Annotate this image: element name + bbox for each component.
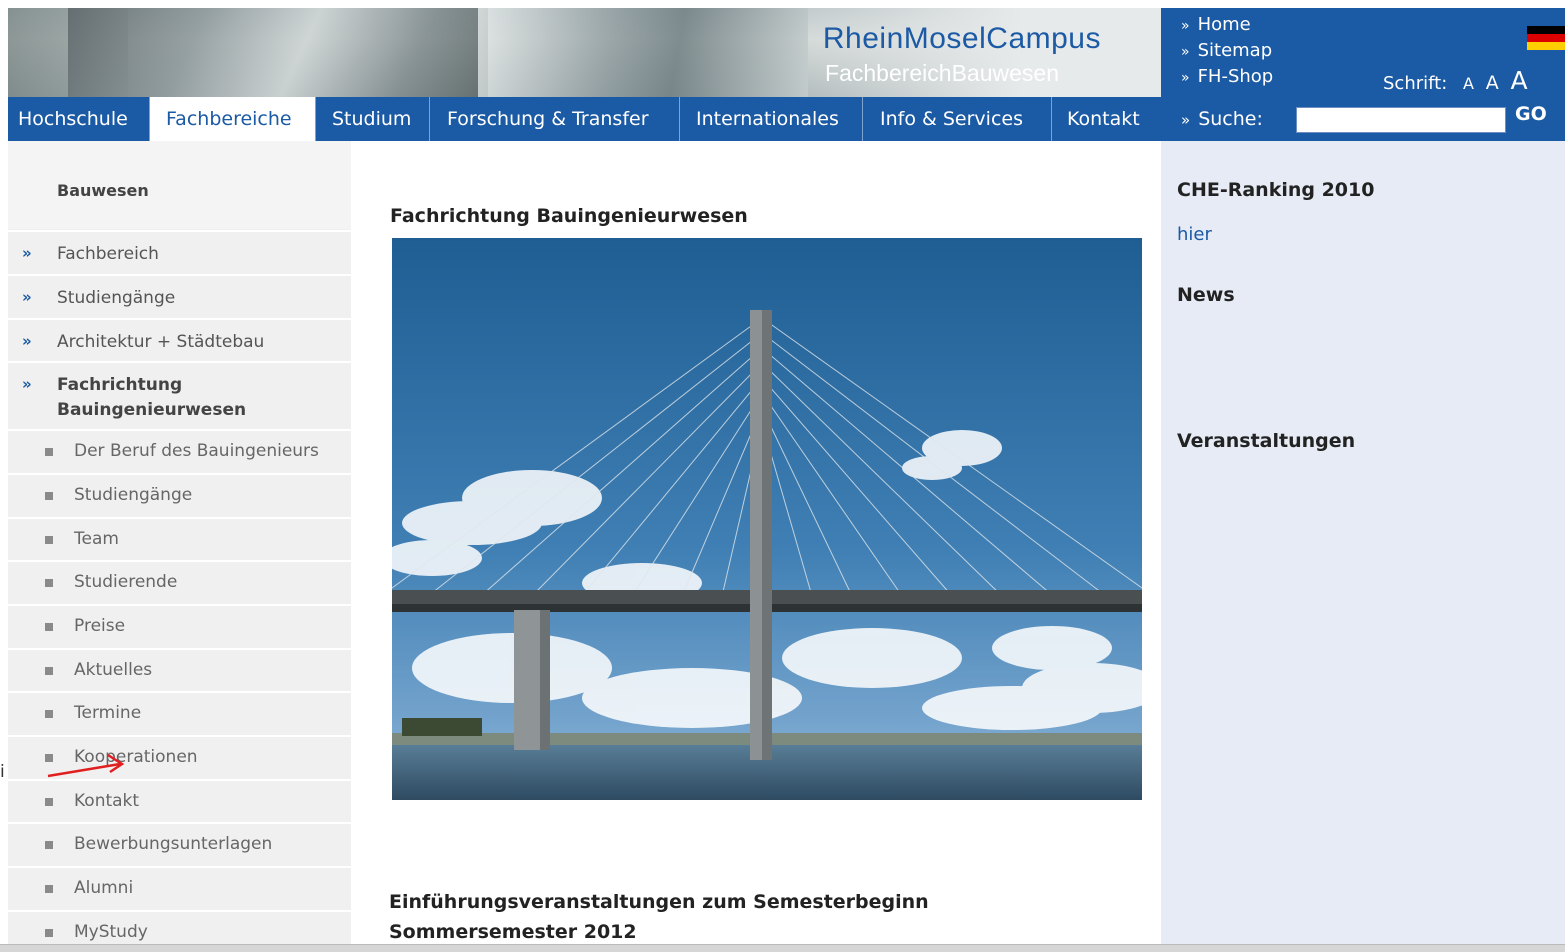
german-flag-icon[interactable]: [1527, 26, 1565, 50]
sidebar: Bauwesen » Fachbereich » Studiengänge » …: [8, 141, 351, 951]
flag-stripe-red: [1527, 34, 1565, 42]
che-ranking-heading: CHE-Ranking 2010: [1177, 179, 1375, 201]
sitemap-link[interactable]: » Sitemap: [1181, 40, 1272, 61]
article-headline: Einführungsveranstaltungen zum Semesterb…: [389, 887, 929, 947]
sidebar-item-studiengaenge[interactable]: » Studiengänge: [8, 274, 351, 318]
search-label: » Suche:: [1181, 108, 1263, 130]
double-chevron-icon: »: [1181, 111, 1191, 129]
square-bullet-icon: [45, 579, 53, 587]
right-column: CHE-Ranking 2010 hier News Veranstaltung…: [1161, 141, 1565, 951]
sidebar-item-bauingenieurwesen[interactable]: » Fachrichtung Bauingenieurwesen: [8, 361, 351, 429]
sub-item-kontakt[interactable]: Kontakt: [8, 779, 351, 822]
square-bullet-icon: [45, 798, 53, 806]
double-chevron-icon: »: [1181, 18, 1190, 34]
sidebar-heading: Bauwesen: [57, 181, 149, 200]
sub-item-studierende[interactable]: Studierende: [8, 560, 351, 604]
nav-tab-info-services[interactable]: Info & Services: [863, 97, 1052, 141]
red-arrow-icon: [47, 753, 125, 778]
double-chevron-icon: »: [22, 244, 32, 262]
sub-item-preise[interactable]: Preise: [8, 604, 351, 648]
news-heading: News: [1177, 284, 1235, 306]
nav-tab-kontakt[interactable]: Kontakt: [1052, 97, 1161, 141]
main-nav: Hochschule Fachbereiche Studium Forschun…: [8, 97, 1161, 141]
search-bar: » Suche: GO: [1161, 97, 1565, 141]
square-bullet-icon: [45, 623, 53, 631]
square-bullet-icon: [45, 929, 53, 937]
square-bullet-icon: [45, 841, 53, 849]
header-banner: RheinMoselCampus FachbereichBauwesen: [8, 8, 1161, 97]
page-title: Fachrichtung Bauingenieurwesen: [390, 205, 748, 227]
events-heading: Veranstaltungen: [1177, 430, 1356, 452]
double-chevron-icon: »: [1181, 44, 1190, 60]
square-bullet-icon: [45, 492, 53, 500]
che-ranking-link[interactable]: hier: [1177, 224, 1212, 245]
font-size-large-button[interactable]: A: [1510, 66, 1527, 95]
sub-item-aktuelles[interactable]: Aktuelles: [8, 648, 351, 691]
home-link[interactable]: » Home: [1181, 14, 1251, 35]
double-chevron-icon: »: [1181, 70, 1190, 86]
double-chevron-icon: »: [22, 288, 32, 306]
double-chevron-icon: »: [22, 375, 32, 393]
square-bullet-icon: [45, 885, 53, 893]
sub-item-team[interactable]: Team: [8, 517, 351, 560]
search-go-button[interactable]: GO: [1515, 103, 1547, 125]
banner-photo-stairs: [68, 8, 488, 97]
sub-item-beruf[interactable]: Der Beruf des Bauingenieurs: [8, 429, 351, 473]
square-bullet-icon: [45, 710, 53, 718]
header-links-panel: » Home » Sitemap » FH-Shop Schrift: A A A: [1161, 8, 1565, 97]
font-size-small-button[interactable]: A: [1463, 74, 1474, 93]
sub-item-studiengaenge[interactable]: Studiengänge: [8, 473, 351, 517]
square-bullet-icon: [45, 667, 53, 675]
sidebar-item-architektur[interactable]: » Architektur + Städtebau: [8, 318, 351, 361]
arrow-shaft: [47, 762, 121, 778]
nav-tab-fachbereiche[interactable]: Fachbereiche: [150, 97, 316, 141]
bridge-photo: [392, 238, 1142, 800]
sub-item-bewerbungsunterlagen[interactable]: Bewerbungsunterlagen: [8, 822, 351, 866]
sidebar-item-fachbereich[interactable]: » Fachbereich: [8, 230, 351, 274]
stray-annotation-text: i: [0, 762, 5, 782]
square-bullet-icon: [45, 536, 53, 544]
fh-shop-link[interactable]: » FH-Shop: [1181, 66, 1273, 87]
banner-photo-people: [478, 8, 808, 97]
site-subtitle: FachbereichBauwesen: [825, 60, 1059, 86]
arrow-head: [107, 753, 125, 774]
nav-tab-internationales[interactable]: Internationales: [680, 97, 863, 141]
site-title: RheinMoselCampus: [822, 22, 1101, 55]
sidebar-heading-box: Bauwesen: [8, 141, 351, 229]
search-input[interactable]: [1296, 107, 1506, 133]
nav-tab-studium[interactable]: Studium: [316, 97, 430, 141]
sub-item-alumni[interactable]: Alumni: [8, 866, 351, 910]
nav-tab-hochschule[interactable]: Hochschule: [8, 97, 150, 141]
font-size-switcher: Schrift: A A A: [1383, 66, 1528, 95]
square-bullet-icon: [45, 448, 53, 456]
sub-item-termine[interactable]: Termine: [8, 691, 351, 735]
article-headline-line2: Sommersemester 2012: [389, 921, 637, 943]
double-chevron-icon: »: [22, 332, 32, 350]
nav-tab-forschung[interactable]: Forschung & Transfer: [430, 97, 680, 141]
flag-stripe-black: [1527, 26, 1565, 34]
article-headline-line1: Einführungsveranstaltungen zum Semesterb…: [389, 891, 929, 913]
font-size-medium-button[interactable]: A: [1486, 72, 1499, 94]
font-size-label: Schrift:: [1383, 73, 1448, 94]
flag-stripe-gold: [1527, 42, 1565, 50]
